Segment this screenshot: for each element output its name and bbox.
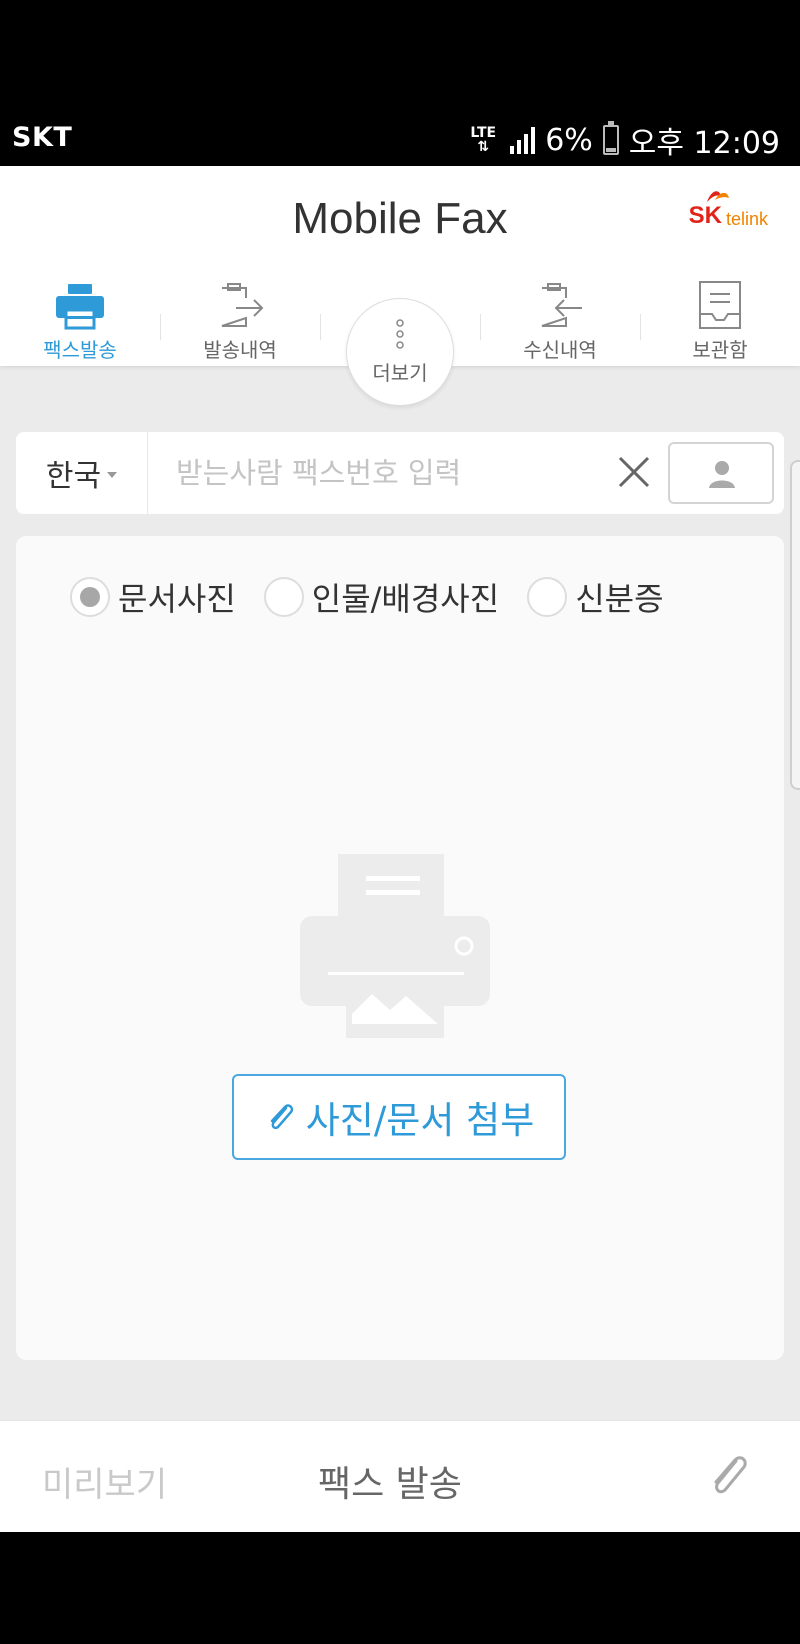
app-screen: Mobile Fax SK telink 팩스발송 발송내역 수신내역 보관함 … — [0, 166, 800, 1532]
clock: 오후 12:09 — [628, 126, 780, 161]
tab-fax-send-label: 팩스발송 — [43, 338, 117, 362]
logo-subtext: telink — [725, 209, 768, 229]
attach-label: 사진/문서 첨부 — [305, 1099, 535, 1142]
country-label: 한국 — [45, 459, 102, 494]
printer-placeholder-icon — [300, 854, 490, 1038]
carrier-name: SKT — [12, 122, 73, 153]
tab-received-history-label: 수신내역 — [523, 338, 597, 362]
bottom-black-area — [0, 1532, 800, 1644]
radio-checked-icon — [70, 577, 110, 617]
recipient-row: 한국 — [16, 432, 784, 514]
more-dots-icon — [396, 319, 404, 349]
top-black-area — [0, 0, 800, 110]
radio-label: 인물/배경사진 — [311, 580, 500, 618]
more-button[interactable]: 더보기 — [346, 298, 454, 406]
tab-sent-history[interactable]: 발송내역 — [160, 274, 320, 366]
attach-photo-document-button[interactable]: 사진/문서 첨부 — [232, 1074, 566, 1160]
radio-unchecked-icon — [263, 577, 304, 617]
app-header: Mobile Fax SK telink — [0, 166, 800, 274]
bottom-action-bar: 미리보기 팩스 발송 — [0, 1420, 800, 1532]
network-label: LTE — [470, 125, 497, 141]
data-arrows-icon: ⇅ — [477, 139, 490, 155]
paperclip-icon — [270, 1104, 293, 1130]
radio-label: 신분증 — [575, 580, 664, 618]
battery-percent: 6% — [545, 122, 593, 158]
radio-unchecked-icon — [527, 577, 568, 617]
contacts-button[interactable] — [668, 442, 774, 504]
sent-history-icon — [221, 283, 264, 327]
battery-icon — [602, 121, 619, 155]
person-icon — [709, 461, 735, 488]
clear-icon[interactable] — [616, 454, 652, 490]
network-type: LTE ⇅ — [466, 126, 500, 154]
signal-strength-icon — [510, 126, 536, 154]
caret-down-icon — [107, 472, 118, 478]
tab-archive-label: 보관함 — [692, 338, 748, 362]
more-label: 더보기 — [372, 361, 428, 385]
fax-printer-icon — [56, 284, 104, 330]
logo-mark: SK — [688, 202, 722, 229]
send-fax-button[interactable]: 팩스 발송 — [318, 1455, 462, 1507]
radio-id-card[interactable]: 신분증 — [527, 574, 664, 620]
sk-telink-logo: SK telink — [688, 191, 768, 230]
attach-panel: 문서사진 인물/배경사진 신분증 사진/문서 첨부 — [16, 536, 784, 1360]
fax-number-input[interactable] — [176, 450, 606, 496]
tab-archive[interactable]: 보관함 — [640, 274, 800, 366]
radio-label: 문서사진 — [118, 580, 236, 618]
archive-icon — [699, 281, 741, 329]
tab-fax-send[interactable]: 팩스발송 — [0, 274, 160, 366]
status-indicators: LTE ⇅ 6% 오후 12:09 — [466, 118, 780, 162]
preview-button[interactable]: 미리보기 — [42, 1457, 167, 1506]
radio-document-photo[interactable]: 문서사진 — [70, 574, 236, 620]
received-history-icon — [541, 283, 582, 327]
paperclip-icon[interactable] — [704, 1451, 754, 1501]
app-title: Mobile Fax — [292, 194, 508, 243]
status-bar: SKT LTE ⇅ 6% 오후 12:09 — [0, 110, 800, 166]
tab-sent-history-label: 발송내역 — [203, 338, 277, 362]
country-selector[interactable]: 한국 — [16, 432, 148, 514]
tab-received-history[interactable]: 수신내역 — [480, 274, 640, 366]
butterfly-logo-icon — [706, 191, 729, 202]
document-type-options: 문서사진 인물/배경사진 신분증 — [70, 574, 692, 620]
edge-panel-handle[interactable] — [790, 460, 800, 790]
radio-portrait-photo[interactable]: 인물/배경사진 — [263, 574, 500, 620]
